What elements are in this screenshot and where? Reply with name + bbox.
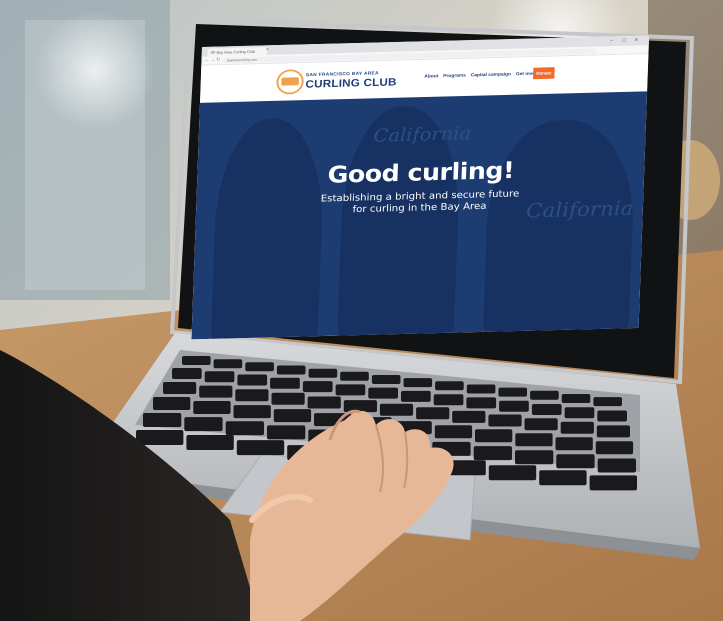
keyboard-key [524,418,558,431]
keyboard-key [193,401,231,414]
hero-subtitle-line-2: for curling in the Bay Area [352,200,487,215]
keyboard-key [488,465,537,481]
keyboard-key [172,368,202,379]
keyboard-key [182,356,211,365]
keyboard-key [204,371,235,383]
nav-programs[interactable]: Programs [443,73,466,79]
keyboard-key [270,377,300,389]
club-logo-icon[interactable] [276,69,305,95]
keyboard-key [267,425,306,440]
keyboard-key [235,389,269,402]
hero-person-silhouette [210,117,326,340]
minimize-icon[interactable]: – [610,38,613,43]
keyboard-key [136,430,184,445]
keyboard-key [597,458,636,473]
keyboard-key [213,359,243,369]
laptop-photo: SF Bay Area Curling Club × – ▢ ✕ ← → ↻ b… [0,0,723,621]
keyboard-key [539,470,587,486]
keyboard-key [307,396,341,409]
keyboard-key [401,390,431,402]
keyboard-key [379,403,414,416]
reload-icon[interactable]: ↻ [216,57,220,62]
keyboard-key [589,475,637,491]
donate-button[interactable]: Donate [532,67,555,80]
jacket-lettering: California [373,122,472,147]
keyboard-key [466,397,497,409]
keyboard-key [233,405,271,419]
keyboard-key [596,425,630,438]
keyboard-key [416,407,450,420]
keyboard-key [595,441,634,455]
keyboard-key [593,397,622,407]
back-icon[interactable]: ← [204,57,209,62]
keyboard-key [555,437,593,451]
keyboard-key [597,410,627,422]
forward-icon[interactable]: → [210,57,215,62]
hero-person-silhouette [482,118,637,340]
tab-close-icon[interactable]: × [266,47,269,52]
keyboard-key [434,425,473,439]
keyboard-key [273,409,312,423]
keyboard-key [452,410,486,423]
keyboard-key [475,429,513,443]
keyboard-key [515,433,553,447]
keyboard-key [466,384,496,394]
keyboard-key [473,446,512,461]
keyboard-key [498,387,527,397]
keyboard-key [561,394,591,403]
keyboard-key [433,394,464,406]
keyboard-key [343,400,377,413]
keyboard-key [371,375,401,384]
keyboard-key [531,404,562,415]
keyboard-key [403,378,433,388]
keyboard-key [368,387,398,399]
light-bokeh [35,10,155,130]
close-window-icon[interactable]: ✕ [634,38,638,43]
maximize-icon[interactable]: ▢ [622,38,627,43]
keyboard-key [163,382,197,394]
keyboard-key [245,362,274,372]
logo-banner [281,77,299,86]
keyboard-key [560,421,594,434]
nav-about[interactable]: About [424,74,438,80]
keyboard-key [276,365,306,375]
keyboard-key [186,435,234,450]
keyboard-key [184,417,223,432]
keyboard-key [225,421,264,436]
keyboard-key [340,371,369,381]
laptop-screen: SF Bay Area Curling Club × – ▢ ✕ ← → ↻ b… [191,35,650,340]
keyboard-key [199,385,233,398]
keyboard-key [143,413,182,427]
keyboard-key [515,450,554,465]
logo-title[interactable]: CURLING CLUB [305,76,397,91]
keyboard-key [271,392,305,405]
keyboard-key [302,381,333,393]
keyboard-key [335,384,366,396]
keyboard-key [556,454,595,469]
keyboard-key [237,374,268,386]
keyboard-key [488,414,522,427]
nav-capital-campaign[interactable]: Capital campaign [471,72,511,78]
keyboard-key [499,400,529,412]
keyboard-key [435,381,464,391]
keyboard-key [236,440,285,456]
hero-banner: California California Good curling! Esta… [191,91,648,340]
keyboard-key [308,368,338,378]
keyboard-key [530,390,559,400]
main-nav: About Programs Capital campaign Get invo… [424,71,545,79]
keyboard-key [153,397,191,410]
keyboard-key [564,407,595,419]
